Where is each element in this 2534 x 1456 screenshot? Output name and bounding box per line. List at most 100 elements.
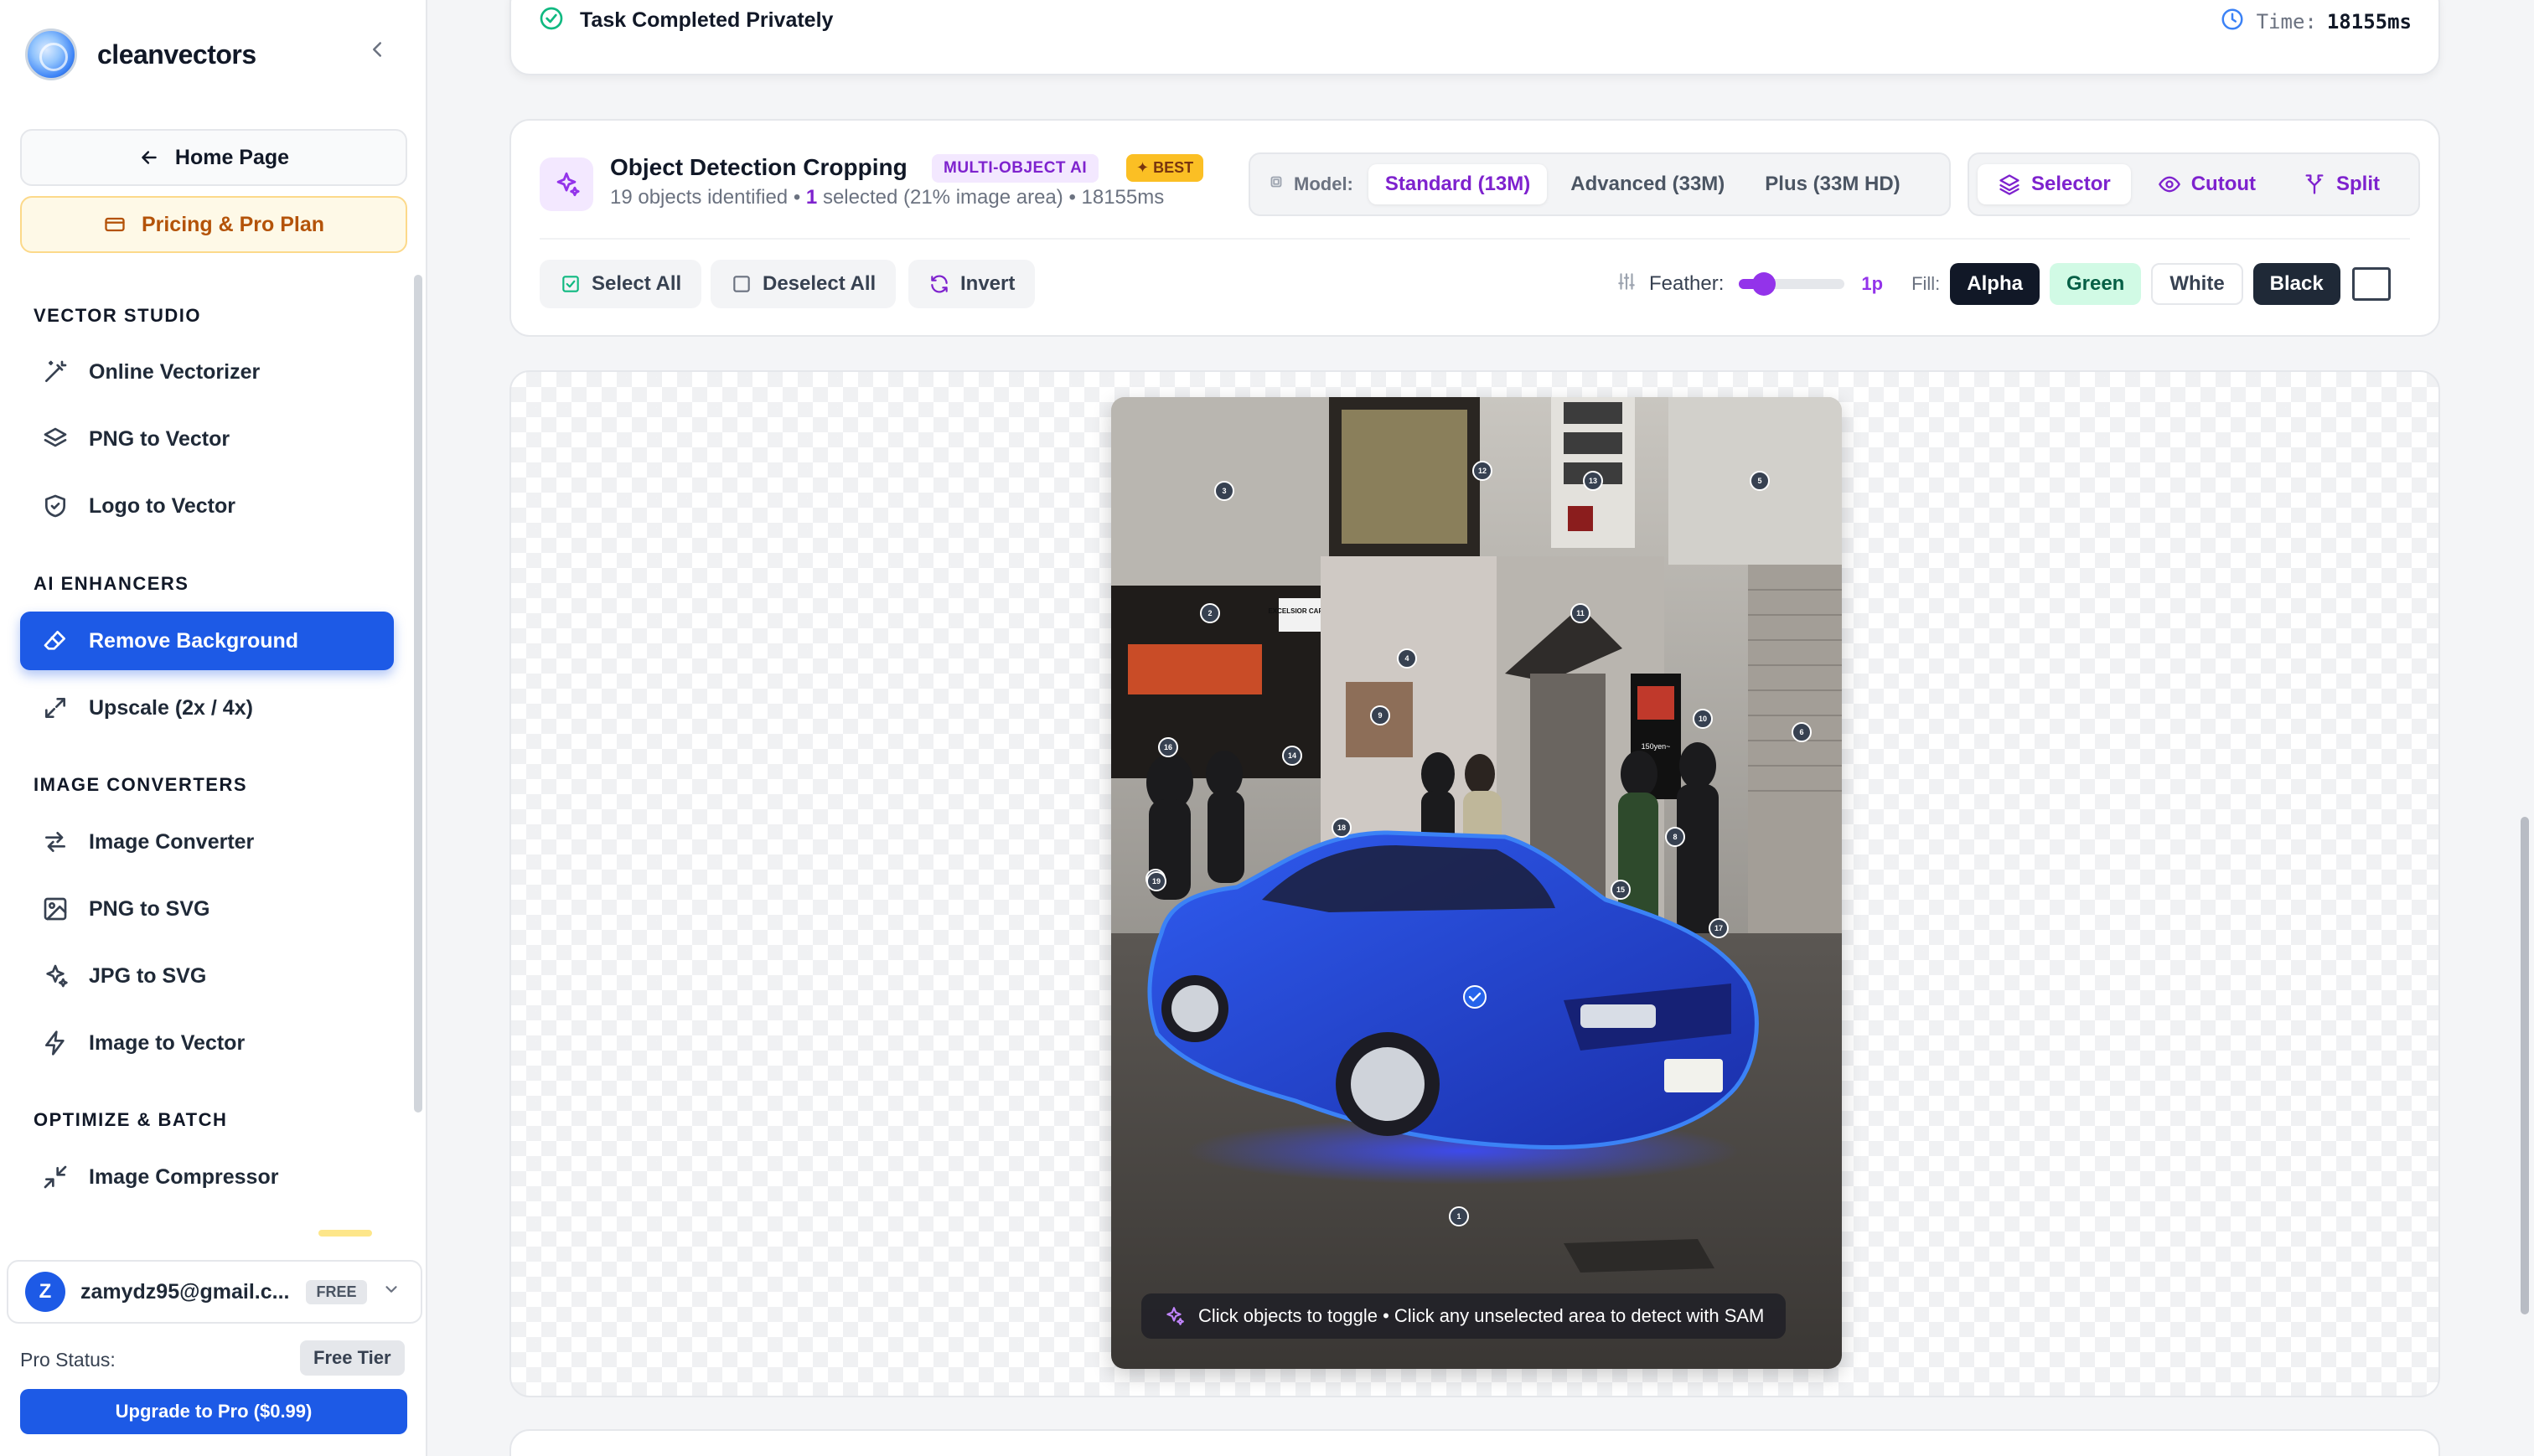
square-icon bbox=[731, 273, 752, 295]
user-menu[interactable]: Z zamydz95@gmail.c... FREE bbox=[7, 1260, 422, 1324]
front-rim bbox=[1351, 1047, 1425, 1121]
time-value: 18155ms bbox=[2326, 10, 2412, 34]
object-marker[interactable]: 13 bbox=[1583, 471, 1603, 491]
object-marker[interactable]: 16 bbox=[1158, 737, 1178, 757]
sidebar-item-label: PNG to SVG bbox=[89, 896, 210, 921]
sidebar-item-remove-background[interactable]: Remove Background bbox=[20, 612, 394, 670]
feather-slider-thumb[interactable] bbox=[1752, 272, 1776, 296]
svg-text:3: 3 bbox=[1222, 487, 1226, 495]
object-marker[interactable]: 19 bbox=[1146, 871, 1166, 891]
red-sign bbox=[1568, 506, 1593, 531]
mode-label: Selector bbox=[2031, 173, 2111, 195]
mode-split-button[interactable]: Split bbox=[2283, 164, 2400, 204]
mode-label: Cutout bbox=[2190, 173, 2257, 195]
object-marker[interactable]: 8 bbox=[1665, 827, 1685, 847]
sidebar-item-image-to-vector[interactable]: Image to Vector bbox=[20, 1014, 394, 1072]
elapsed-time: 18155ms bbox=[1081, 186, 1165, 209]
sign-1 bbox=[1564, 402, 1622, 424]
svg-text:1: 1 bbox=[1456, 1212, 1461, 1221]
status-card: Task Completed Privately Time: 18155ms bbox=[509, 0, 2440, 75]
object-marker[interactable]: 2 bbox=[1200, 603, 1220, 623]
object-marker[interactable]: 11 bbox=[1570, 603, 1590, 623]
object-marker[interactable]: 3 bbox=[1214, 481, 1234, 501]
sidebar-item-upscale[interactable]: Upscale (2x / 4x) bbox=[20, 679, 394, 737]
sidebar-item-png-to-svg[interactable]: PNG to SVG bbox=[20, 880, 394, 938]
object-marker[interactable]: 9 bbox=[1370, 705, 1390, 725]
fill-alpha-button[interactable]: Alpha bbox=[1950, 263, 2040, 305]
vending-price-text: 150yen~ bbox=[1642, 742, 1671, 751]
sidebar-item-image-converter[interactable]: Image Converter bbox=[20, 813, 394, 871]
check-square-icon bbox=[560, 273, 582, 295]
upgrade-button[interactable]: Upgrade to Pro ($0.99) bbox=[20, 1389, 407, 1434]
photo-preview[interactable]: EXCELSIOR CAFFE 150yen~ 1 2 3 4 5 6 8 9 … bbox=[1111, 397, 1842, 1369]
object-marker[interactable]: 15 bbox=[1611, 880, 1631, 900]
pricing-label: Pricing & Pro Plan bbox=[141, 212, 325, 236]
eye-icon bbox=[2158, 173, 2181, 196]
selected-count: 1 bbox=[805, 186, 818, 209]
feather-slider[interactable] bbox=[1739, 272, 1845, 296]
canvas-panel: EXCELSIOR CAFFE 150yen~ 1 2 3 4 5 6 8 9 … bbox=[509, 370, 2440, 1397]
lightning-icon bbox=[40, 1028, 70, 1058]
object-marker[interactable]: 6 bbox=[1792, 722, 1812, 742]
object-marker[interactable]: 5 bbox=[1750, 471, 1770, 491]
feather-value: 1p bbox=[1861, 273, 1884, 294]
fill-custom-color-swatch[interactable] bbox=[2351, 267, 2391, 301]
object-marker[interactable]: 10 bbox=[1693, 709, 1713, 729]
deselect-all-button[interactable]: Deselect All bbox=[711, 260, 897, 308]
object-marker[interactable]: 4 bbox=[1397, 648, 1417, 669]
object-marker[interactable]: 12 bbox=[1472, 461, 1492, 481]
invert-button[interactable]: Invert bbox=[908, 260, 1036, 308]
sidebar-item-png-to-vector[interactable]: PNG to Vector bbox=[20, 410, 394, 468]
hidden-badge-peek bbox=[318, 1230, 372, 1237]
model-plus[interactable]: Plus (33M HD) bbox=[1748, 164, 1916, 204]
sidebar-item-online-vectorizer[interactable]: Online Vectorizer bbox=[20, 343, 394, 401]
model-label-text: Model: bbox=[1294, 173, 1353, 194]
tool-title: Object Detection Cropping bbox=[610, 154, 908, 180]
model-advanced[interactable]: Advanced (33M) bbox=[1554, 164, 1741, 204]
svg-text:6: 6 bbox=[1799, 728, 1803, 736]
collapse-sidebar-icon[interactable] bbox=[359, 37, 396, 74]
svg-text:5: 5 bbox=[1757, 477, 1761, 485]
sidebar-scrollbar[interactable] bbox=[414, 275, 422, 1113]
refresh-icon bbox=[928, 273, 950, 295]
sparkles-icon bbox=[1163, 1305, 1185, 1327]
excelsior-sign-small bbox=[1279, 598, 1321, 632]
sidebar-item-image-compressor[interactable]: Image Compressor bbox=[20, 1148, 394, 1206]
section-title-ai-enhancers: AI ENHANCERS bbox=[34, 573, 189, 594]
svg-text:18: 18 bbox=[1337, 824, 1346, 832]
tool-summary: 19 objects identified • 1 selected (21% … bbox=[610, 186, 1164, 209]
svg-text:8: 8 bbox=[1673, 833, 1677, 841]
mode-selector-button[interactable]: Selector bbox=[1978, 164, 2131, 204]
selected-text: selected (21% image area) bbox=[822, 186, 1063, 209]
model-standard[interactable]: Standard (13M) bbox=[1368, 164, 1548, 204]
brand[interactable]: cleanvectors bbox=[25, 25, 256, 84]
mode-selector: Selector Cutout Split bbox=[1968, 152, 2420, 216]
sidebar-item-logo-to-vector[interactable]: Logo to Vector bbox=[20, 477, 394, 535]
select-all-button[interactable]: Select All bbox=[540, 260, 702, 308]
fill-white-button[interactable]: White bbox=[2151, 263, 2243, 305]
pricing-button[interactable]: Pricing & Pro Plan bbox=[20, 196, 407, 253]
sign-2 bbox=[1564, 432, 1622, 454]
clock-icon bbox=[2220, 7, 2245, 37]
object-marker[interactable]: 17 bbox=[1709, 918, 1729, 938]
brand-name: cleanvectors bbox=[97, 39, 256, 70]
home-page-button[interactable]: Home Page bbox=[20, 129, 407, 186]
object-marker[interactable]: 18 bbox=[1332, 818, 1352, 838]
objects-count: 19 objects identified bbox=[610, 186, 789, 209]
main-scrollbar[interactable] bbox=[2521, 817, 2529, 1314]
mode-cutout-button[interactable]: Cutout bbox=[2138, 164, 2276, 204]
feather-fill-controls: Feather: 1p Fill: Alpha Green White Blac… bbox=[1616, 260, 2391, 308]
svg-text:9: 9 bbox=[1378, 711, 1382, 720]
selected-marker-check[interactable] bbox=[1463, 985, 1487, 1009]
time-label: Time: bbox=[2256, 10, 2317, 34]
street-scene-image[interactable]: EXCELSIOR CAFFE 150yen~ 1 2 3 4 5 6 8 9 … bbox=[1111, 397, 1842, 1369]
object-marker[interactable]: 1 bbox=[1449, 1206, 1469, 1226]
best-badge-label: BEST bbox=[1153, 159, 1194, 176]
fill-black-button[interactable]: Black bbox=[2252, 263, 2340, 305]
model-selector: Model: Standard (13M) Advanced (33M) Plu… bbox=[1249, 152, 1951, 216]
check-circle-icon bbox=[538, 5, 565, 36]
object-marker[interactable]: 14 bbox=[1282, 746, 1302, 766]
sidebar-item-jpg-to-svg[interactable]: JPG to SVG bbox=[20, 947, 394, 1005]
fill-green-button[interactable]: Green bbox=[2049, 263, 2142, 305]
sidebar-item-label: PNG to Vector bbox=[89, 426, 230, 451]
